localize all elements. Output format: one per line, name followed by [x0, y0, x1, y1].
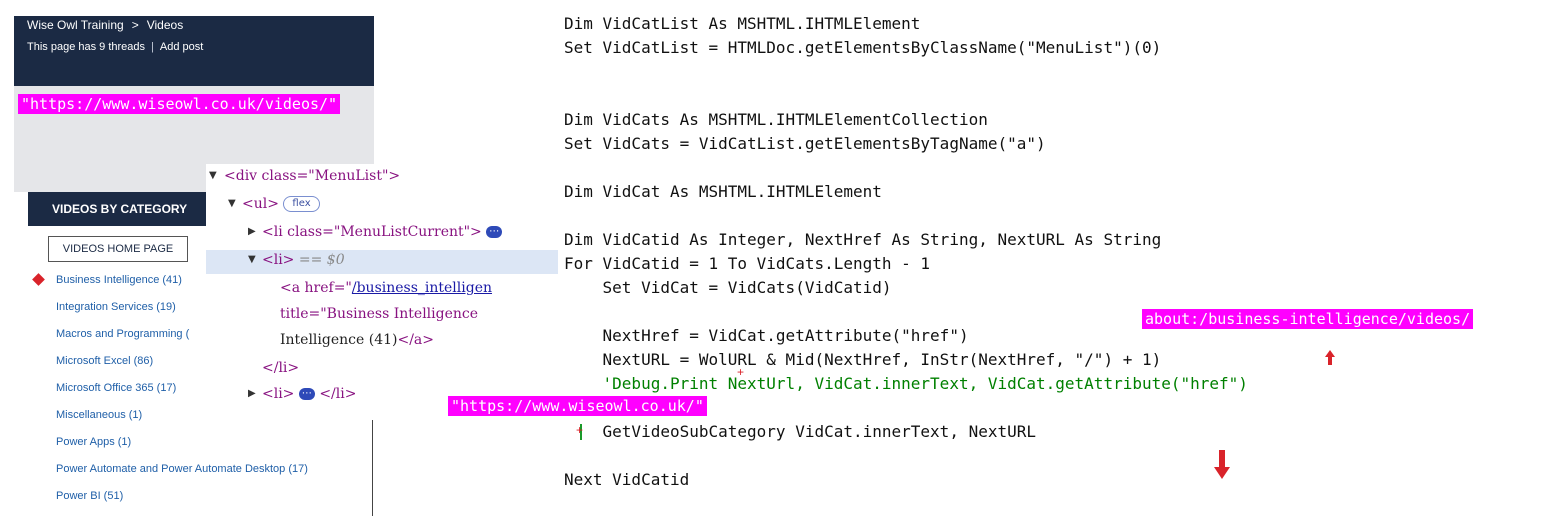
li-open-tag: <li> [262, 386, 295, 402]
code-line: Dim VidCat As MSHTML.IHTMLElement [564, 182, 882, 201]
code-line: Set VidCat = VidCats(VidCatid) [564, 278, 892, 297]
code-line: Dim VidCats As MSHTML.IHTMLElementCollec… [564, 110, 988, 129]
selected-node-highlight [206, 250, 558, 274]
wolurl-highlight-label: "https://www.wiseowl.co.uk/" [448, 396, 707, 416]
vba-code-editor[interactable]: Dim VidCatList As MSHTML.IHTMLElement Se… [560, 0, 1559, 518]
collapse-triangle-icon[interactable]: ▶ [248, 388, 256, 399]
breadcrumb: Wise Owl Training > Videos [27, 18, 183, 32]
ellipsis-icon[interactable]: ⋯ [486, 226, 503, 238]
ul-tag: <ul> [242, 196, 279, 212]
expand-triangle-icon[interactable]: ▼ [248, 254, 256, 265]
code-line: Next VidCatid [564, 470, 690, 489]
devtools-elements-panel: ▼ <div class="MenuList"> ▼ <ul> flex ▶ <… [206, 164, 558, 418]
code-line: Set VidCatList = HTMLDoc.getElementsByCl… [564, 38, 1162, 57]
site-header: Wise Owl Training > Videos This page has 9… [14, 16, 374, 86]
category-link[interactable]: Miscellaneous (1) [56, 409, 142, 421]
category-header: VIDEOS BY CATEGORY [28, 192, 208, 226]
li-close-tag: </li> [319, 386, 357, 402]
page-background-lower [14, 164, 206, 192]
expand-triangle-icon[interactable]: ▼ [209, 170, 217, 181]
code-line: Dim VidCatid As Integer, NextHref As Str… [564, 230, 1162, 249]
a-open-tag: <a href=" [280, 280, 352, 296]
threads-summary: This page has 9 threads | Add post [27, 41, 204, 53]
dom-node-li-current[interactable]: <li class="MenuListCurrent"> ⋯ [262, 224, 503, 240]
category-link[interactable]: Macros and Programming ( [56, 328, 189, 340]
divider [372, 420, 373, 516]
up-arrow-icon [1325, 350, 1335, 357]
console-ref-label: == $0 [298, 252, 345, 268]
dom-node-li[interactable]: <li> ⋯ </li> [262, 386, 356, 402]
breadcrumb-home-link[interactable]: Wise Owl Training [27, 18, 124, 32]
category-link[interactable]: Power Automate and Power Automate Deskto… [56, 463, 308, 475]
anchor-text: Intelligence (41) [280, 332, 398, 348]
collapse-triangle-icon[interactable]: ▶ [248, 226, 256, 237]
li-current-tag: <li class="MenuListCurrent"> [262, 224, 482, 240]
flex-badge[interactable]: flex [283, 196, 320, 212]
category-link[interactable]: Integration Services (19) [56, 301, 176, 313]
diamond-marker-icon [32, 273, 45, 286]
cross-marker-icon: + [737, 365, 745, 379]
code-line: For VidCatid = 1 To VidCats.Length - 1 [564, 254, 931, 273]
ellipsis-icon[interactable]: ⋯ [298, 388, 315, 400]
url-highlight-label: "https://www.wiseowl.co.uk/videos/" [18, 94, 341, 114]
code-line: Set VidCats = VidCatList.getElementsByTa… [564, 134, 1046, 153]
expand-triangle-icon[interactable]: ▼ [228, 198, 236, 209]
category-link[interactable]: Power Apps (1) [56, 436, 131, 448]
li-close-tag: </li> [262, 360, 300, 376]
href-value-highlight-label: about:/business-intelligence/videos/ [1142, 309, 1474, 329]
code-line: NextURL = WolURL & Mid(NextHref, InStr(N… [564, 350, 1162, 369]
dom-node-li-selected[interactable]: <li> == $0 [262, 252, 345, 268]
up-arrow-stem [1328, 357, 1332, 365]
dom-node-ul[interactable]: <ul> flex [242, 196, 320, 212]
category-link[interactable]: Microsoft Office 365 (17) [56, 382, 176, 394]
cross-marker-icon: + [576, 423, 584, 437]
down-arrow-stem [1219, 450, 1225, 468]
li-tag: <li> [262, 252, 295, 268]
code-line: Dim VidCatList As MSHTML.IHTMLElement [564, 14, 921, 33]
add-post-link[interactable]: Add post [160, 41, 203, 53]
category-link[interactable]: Business Intelligence (41) [56, 274, 182, 286]
videos-home-button[interactable]: VIDEOS HOME PAGE [48, 236, 188, 262]
code-line: GetVideoSubCategory VidCat.innerText, Ne… [564, 422, 1037, 441]
threads-count-text: This page has 9 threads [27, 41, 146, 53]
a-close-tag: </a> [397, 332, 434, 348]
category-link[interactable]: Power BI (51) [56, 490, 123, 502]
code-line: NextHref = VidCat.getAttribute("href") [564, 326, 969, 345]
code-comment-line: 'Debug.Print NextUrl, VidCat.innerText, … [564, 374, 1248, 393]
category-link[interactable]: Microsoft Excel (86) [56, 355, 153, 367]
breadcrumb-current[interactable]: Videos [147, 18, 183, 32]
down-arrow-icon [1214, 467, 1230, 479]
dom-text-node: Intelligence (41)</a> [280, 332, 434, 348]
href-link[interactable]: /business_intelligen [352, 280, 492, 296]
dom-attr-title: title="Business Intelligence [280, 306, 479, 322]
dom-node-a[interactable]: <a href="/business_intelligen [280, 280, 492, 296]
breadcrumb-separator: > [131, 18, 139, 32]
dom-node-div[interactable]: <div class="MenuList"> [224, 168, 400, 184]
